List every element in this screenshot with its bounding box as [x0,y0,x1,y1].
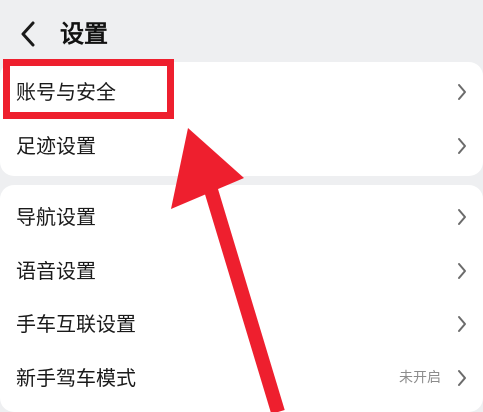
settings-item-label: 足迹设置 [16,134,96,158]
settings-item-label: 语音设置 [16,259,96,283]
settings-group-driving: 导航设置 语音设置 手车互联设置 新手驾车模式 未开启 [0,185,483,412]
app-header: 设置 [0,0,483,64]
settings-group-account: 账号与安全 足迹设置 [0,62,483,176]
settings-item-label: 手车互联设置 [16,312,136,336]
chevron-right-icon [458,263,466,279]
settings-item-account-security[interactable]: 账号与安全 [0,65,483,119]
chevron-right-icon [458,138,466,154]
chevron-left-icon [21,21,35,47]
settings-item-label: 账号与安全 [16,80,116,104]
settings-item-novice-mode[interactable]: 新手驾车模式 未开启 [0,351,483,405]
settings-item-navigation[interactable]: 导航设置 [0,190,483,244]
back-button[interactable] [10,16,46,52]
settings-item-footprint[interactable]: 足迹设置 [0,119,483,173]
chevron-right-icon [458,370,466,386]
chevron-right-icon [458,209,466,225]
page-title: 设置 [60,20,108,48]
settings-item-label: 导航设置 [16,205,96,229]
settings-item-car-connect[interactable]: 手车互联设置 [0,297,483,351]
chevron-right-icon [458,84,466,100]
chevron-right-icon [458,316,466,332]
settings-item-voice[interactable]: 语音设置 [0,244,483,298]
status-text: 未开启 [399,370,441,386]
settings-item-label: 新手驾车模式 [16,366,136,390]
